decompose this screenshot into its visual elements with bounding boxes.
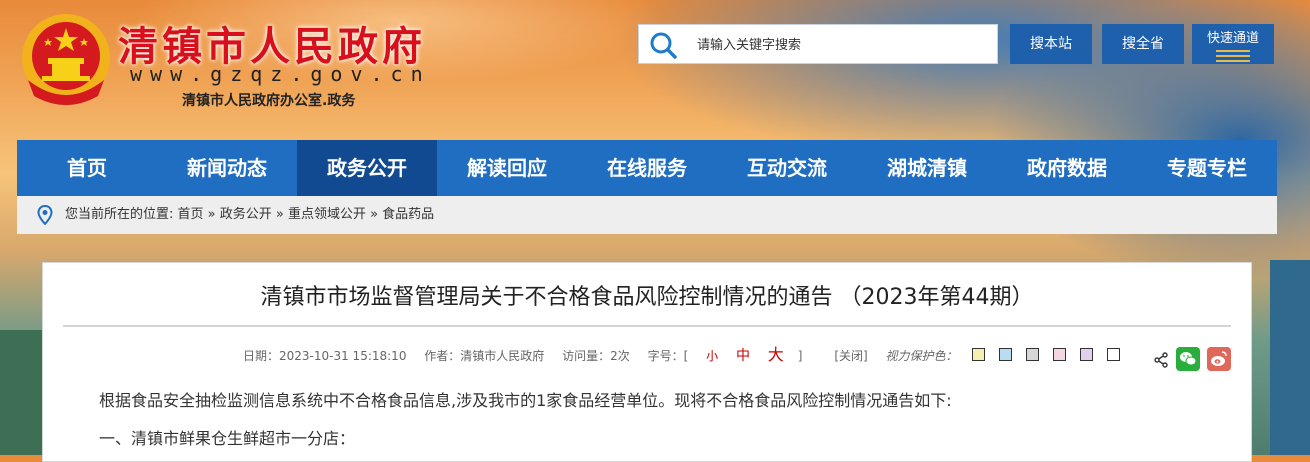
article-date: 日期：2023-10-31 15:18:10: [243, 349, 407, 363]
main-nav: 首页 新闻动态 政务公开 解读回应 在线服务 互动交流 湖城清镇 政府数据 专题…: [17, 140, 1277, 196]
article-meta: 日期：2023-10-31 15:18:10 作者：清镇市人民政府 访问量：2次…: [243, 341, 1148, 365]
article-card: 清镇市市场监督管理局关于不合格食品风险控制情况的通告 （2023年第44期） 日…: [42, 262, 1252, 462]
nav-item-special-topics[interactable]: 专题专栏: [1137, 140, 1277, 196]
wechat-share-icon[interactable]: [1176, 347, 1200, 371]
eye-care-color-swatch[interactable]: [1025, 348, 1039, 361]
breadcrumb: 您当前所在的位置: 首页 » 政务公开 » 重点领域公开 » 食品药品: [17, 196, 1277, 234]
site-domain: www.gzqz.gov.cn: [130, 62, 431, 86]
font-size-label: 字号：[: [647, 349, 689, 363]
font-size-controls: 字号：[ 小 中 大]: [647, 345, 817, 364]
quick-access-label: 快速通道: [1206, 31, 1259, 46]
article-paragraph: 根据食品安全抽检监测信息系统中不合格食品信息,涉及我市的1家食品经营单位。现将不…: [99, 391, 952, 410]
article-author: 作者：清镇市人民政府: [424, 349, 545, 363]
search-input[interactable]: [695, 33, 989, 57]
eye-care-color-swatch[interactable]: [1052, 348, 1066, 361]
nav-item-lake-city[interactable]: 湖城清镇: [857, 140, 997, 196]
nav-item-gov-data[interactable]: 政府数据: [997, 140, 1137, 196]
eye-care-color-swatch[interactable]: [1079, 348, 1093, 361]
nav-item-government-affairs[interactable]: 政务公开: [297, 140, 437, 196]
eye-care-label: 视力保护色：: [885, 349, 958, 363]
background-water: [1270, 260, 1310, 455]
search-icon[interactable]: [649, 31, 677, 59]
weibo-share-icon[interactable]: [1207, 347, 1231, 371]
nav-item-news[interactable]: 新闻动态: [157, 140, 297, 196]
site-subtitle: 清镇市人民政府办公室.政务: [182, 93, 356, 109]
nav-item-interaction[interactable]: 互动交流: [717, 140, 857, 196]
search-site-button[interactable]: 搜本站: [1010, 24, 1092, 64]
search-box[interactable]: [638, 24, 998, 64]
font-size-end: ]: [797, 349, 803, 363]
article-views: 访问量：2次: [562, 349, 630, 363]
eye-care-color-swatch[interactable]: [971, 348, 985, 361]
share-icon[interactable]: [1154, 352, 1168, 368]
national-emblem-icon: [22, 14, 110, 105]
eye-care-color-swatch[interactable]: [1106, 348, 1120, 361]
article-title: 清镇市市场监督管理局关于不合格食品风险控制情况的通告 （2023年第44期）: [260, 285, 1034, 310]
font-medium-link[interactable]: 中: [736, 348, 750, 364]
location-pin-icon: [37, 205, 53, 225]
quick-access-button[interactable]: 快速通道: [1192, 24, 1274, 64]
nav-item-interpretation[interactable]: 解读回应: [437, 140, 577, 196]
nav-item-home[interactable]: 首页: [17, 140, 157, 196]
font-large-link[interactable]: 大: [768, 345, 784, 364]
eye-care-swatches: [971, 348, 1134, 363]
search-province-button[interactable]: 搜全省: [1102, 24, 1184, 64]
nav-item-online-services[interactable]: 在线服务: [577, 140, 717, 196]
breadcrumb-text[interactable]: 您当前所在的位置: 首页 » 政务公开 » 重点领域公开 » 食品药品: [65, 196, 434, 234]
close-link[interactable]: [关闭]: [834, 349, 867, 363]
eye-care-color-swatch[interactable]: [998, 348, 1012, 361]
article-paragraph: 一、清镇市鲜果仓生鲜超市一分店：: [99, 429, 356, 448]
title-divider: [63, 325, 1231, 327]
menu-lines-icon: [1216, 50, 1250, 62]
font-small-link[interactable]: 小: [706, 349, 718, 363]
